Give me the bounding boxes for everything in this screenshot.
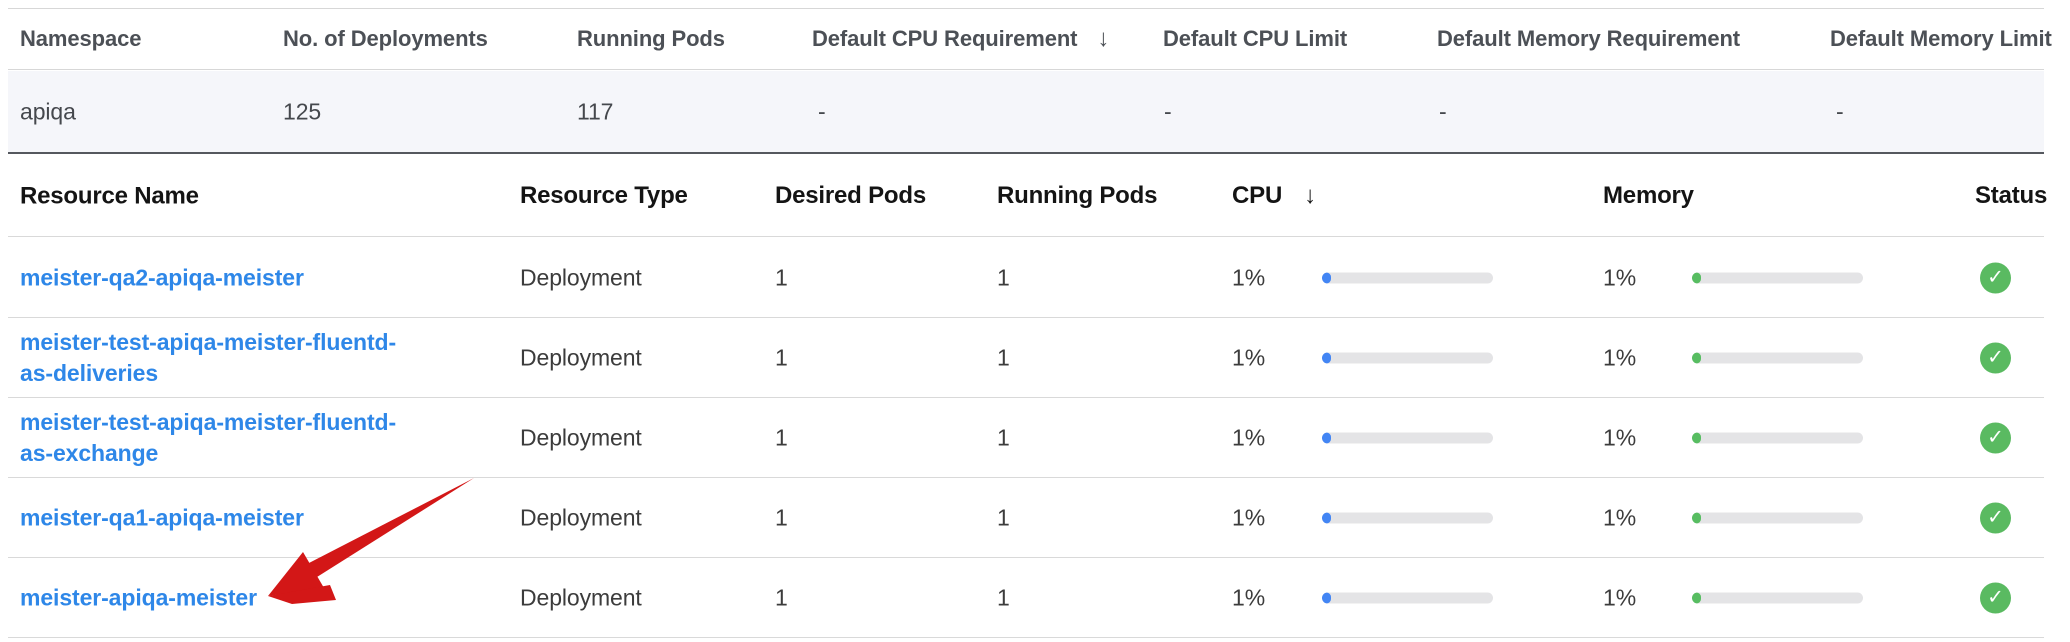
desired-pods-cell: 1 [775, 344, 788, 371]
memory-usage-bar-fill [1692, 352, 1701, 363]
column-header-status[interactable]: Status [1975, 182, 2047, 210]
desired-pods-cell: 1 [775, 504, 788, 531]
memory-usage-value: 1% [1603, 424, 1636, 451]
resource-name-link[interactable]: meister-test-apiqa-meister-fluentd-as-ex… [20, 407, 412, 469]
column-header-resource-name[interactable]: Resource Name [20, 181, 412, 212]
column-header-default-cpu-requirement[interactable]: Default CPU Requirement ↓ [812, 25, 1109, 53]
cpu-usage-bar-fill [1322, 592, 1331, 603]
cpu-usage-bar [1322, 352, 1493, 363]
sort-descending-icon: ↓ [1304, 182, 1316, 210]
cpu-usage-value: 1% [1232, 264, 1265, 291]
table-row: meister-test-apiqa-meister-fluentd-as-de… [8, 318, 2044, 398]
memory-usage-value: 1% [1603, 264, 1636, 291]
memory-usage-bar [1692, 432, 1863, 443]
desired-pods-cell: 1 [775, 584, 788, 611]
resource-table-header: Resource Name Resource Type Desired Pods… [8, 156, 2044, 237]
running-pods-cell: 1 [997, 504, 1010, 531]
resource-name-link-annotated[interactable]: meister-apiqa-meister [20, 582, 412, 613]
status-healthy-check-icon [1980, 262, 2011, 293]
namespace-name-cell: apiqa [20, 98, 76, 125]
cpu-usage-bar [1322, 272, 1493, 283]
running-pods-cell: 1 [997, 584, 1010, 611]
namespace-detail-page: Namespace No. of Deployments Running Pod… [0, 0, 2070, 642]
cpu-usage-value: 1% [1232, 344, 1265, 371]
resource-type-cell: Deployment [520, 584, 642, 611]
column-header-default-memory-limit[interactable]: Default Memory Limit [1830, 26, 2052, 52]
column-header-running-pods[interactable]: Running Pods [577, 26, 725, 52]
memory-usage-bar [1692, 272, 1863, 283]
memory-usage-value: 1% [1603, 344, 1636, 371]
column-header-resource-type[interactable]: Resource Type [520, 182, 688, 210]
column-header-default-memory-requirement[interactable]: Default Memory Requirement [1437, 26, 1740, 52]
cpu-usage-value: 1% [1232, 504, 1265, 531]
table-row: meister-test-apiqa-meister-fluentd-as-ex… [8, 398, 2044, 478]
cpu-usage-bar [1322, 592, 1493, 603]
running-pods-cell: 1 [997, 264, 1010, 291]
desired-pods-cell: 1 [775, 264, 788, 291]
default-memory-requirement-cell: - [1439, 98, 1447, 125]
column-header-cpu[interactable]: CPU ↓ [1232, 182, 1316, 210]
memory-usage-bar-fill [1692, 592, 1701, 603]
column-header-deployments[interactable]: No. of Deployments [283, 26, 488, 52]
memory-usage-value: 1% [1603, 584, 1636, 611]
status-healthy-check-icon [1980, 582, 2011, 613]
status-healthy-check-icon [1980, 502, 2011, 533]
memory-usage-bar [1692, 512, 1863, 523]
cpu-usage-bar [1322, 512, 1493, 523]
resource-type-cell: Deployment [520, 424, 642, 451]
cpu-usage-bar-fill [1322, 432, 1331, 443]
status-healthy-check-icon [1980, 342, 2011, 373]
running-pods-count-cell: 117 [577, 98, 613, 125]
running-pods-cell: 1 [997, 344, 1010, 371]
column-header-desired-pods[interactable]: Desired Pods [775, 182, 926, 210]
memory-usage-bar [1692, 352, 1863, 363]
namespace-table-header: Namespace No. of Deployments Running Pod… [8, 8, 2044, 70]
default-memory-limit-cell: - [1836, 98, 1844, 125]
cpu-usage-bar [1322, 432, 1493, 443]
resource-name-link[interactable]: meister-qa2-apiqa-meister [20, 262, 412, 293]
cpu-usage-bar-fill [1322, 272, 1331, 283]
column-header-label: CPU [1232, 182, 1282, 209]
sort-descending-icon: ↓ [1097, 25, 1109, 53]
default-cpu-requirement-cell: - [818, 98, 826, 125]
desired-pods-cell: 1 [775, 424, 788, 451]
memory-usage-bar [1692, 592, 1863, 603]
resource-table-body: meister-qa2-apiqa-meister Deployment 1 1… [8, 238, 2044, 638]
default-cpu-limit-cell: - [1164, 98, 1172, 125]
table-row: meister-qa1-apiqa-meister Deployment 1 1… [8, 478, 2044, 558]
deployments-count-cell: 125 [283, 98, 321, 125]
memory-usage-bar-fill [1692, 432, 1701, 443]
cpu-usage-value: 1% [1232, 424, 1265, 451]
cpu-usage-bar-fill [1322, 352, 1331, 363]
table-row: meister-apiqa-meister Deployment 1 1 1% … [8, 558, 2044, 638]
resource-type-cell: Deployment [520, 344, 642, 371]
table-row: meister-qa2-apiqa-meister Deployment 1 1… [8, 238, 2044, 318]
column-header-label: Default CPU Requirement [812, 26, 1077, 51]
status-healthy-check-icon [1980, 422, 2011, 453]
running-pods-cell: 1 [997, 424, 1010, 451]
resource-type-cell: Deployment [520, 504, 642, 531]
cpu-usage-bar-fill [1322, 512, 1331, 523]
namespace-summary-row: apiqa 125 117 - - - - [8, 71, 2044, 154]
column-header-memory[interactable]: Memory [1603, 182, 1694, 210]
cpu-usage-value: 1% [1232, 584, 1265, 611]
memory-usage-value: 1% [1603, 504, 1636, 531]
memory-usage-bar-fill [1692, 272, 1701, 283]
column-header-default-cpu-limit[interactable]: Default CPU Limit [1163, 26, 1347, 52]
resource-name-link[interactable]: meister-qa1-apiqa-meister [20, 502, 412, 533]
memory-usage-bar-fill [1692, 512, 1701, 523]
resource-name-link[interactable]: meister-test-apiqa-meister-fluentd-as-de… [20, 327, 412, 389]
resource-type-cell: Deployment [520, 264, 642, 291]
column-header-running-pods[interactable]: Running Pods [997, 182, 1157, 210]
column-header-namespace[interactable]: Namespace [20, 26, 141, 52]
